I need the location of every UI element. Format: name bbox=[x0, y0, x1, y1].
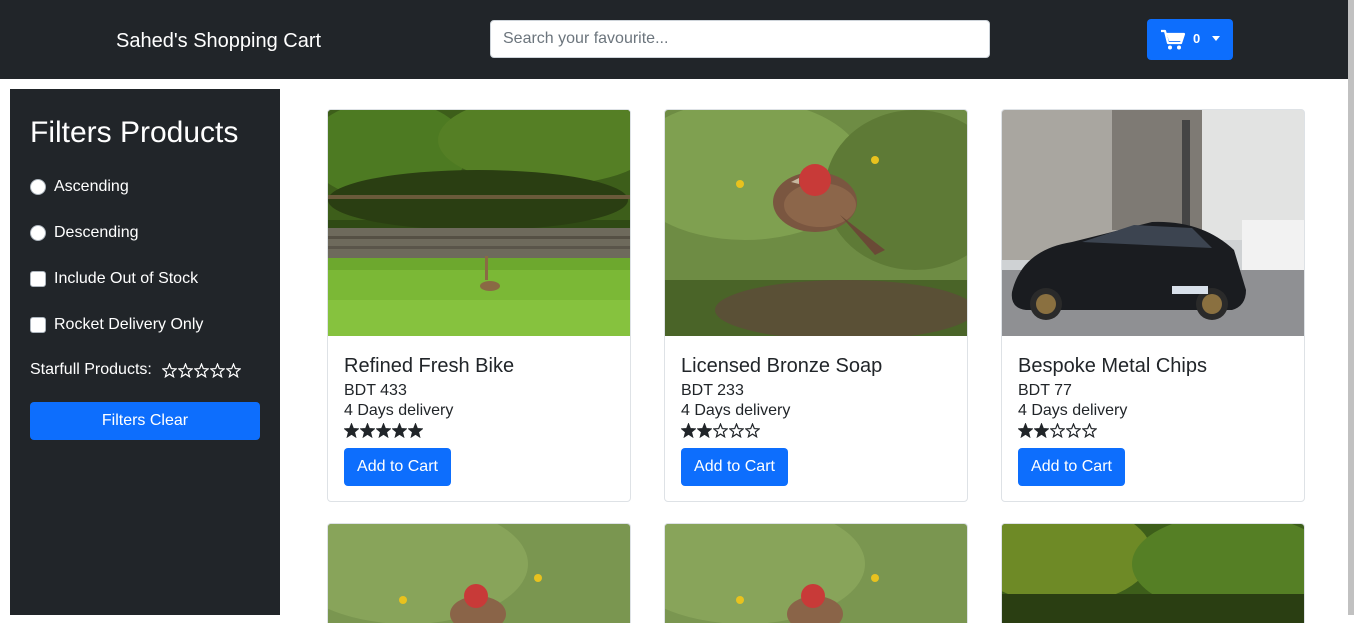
rabbit-in-grass-image bbox=[1002, 524, 1304, 623]
star-empty-icon bbox=[729, 423, 744, 438]
product-rating bbox=[344, 423, 424, 438]
red-headed-bird-image bbox=[665, 524, 967, 623]
star-filled-icon bbox=[1034, 423, 1049, 438]
star-empty-icon bbox=[1050, 423, 1065, 438]
product-card-partial bbox=[1001, 523, 1305, 623]
star-filled-icon bbox=[360, 423, 375, 438]
product-card-partial bbox=[664, 523, 968, 623]
rocket-delivery-label: Rocket Delivery Only bbox=[54, 316, 204, 333]
filters-clear-button[interactable]: Filters Clear bbox=[30, 402, 260, 440]
descending-label: Descending bbox=[54, 224, 139, 241]
product-card-partial bbox=[327, 523, 631, 623]
filters-sidebar: Filters Products Ascending Descending In… bbox=[10, 89, 280, 615]
chevron-down-icon bbox=[1212, 36, 1220, 41]
star-empty-icon bbox=[209, 362, 225, 378]
product-title: Bespoke Metal Chips bbox=[1018, 355, 1207, 377]
product-image bbox=[665, 110, 967, 336]
product-delivery: 4 Days delivery bbox=[1018, 402, 1128, 419]
top-navbar: Sahed's Shopping Cart 0 bbox=[0, 0, 1354, 79]
product-card: Refined Fresh Bike BDT 433 4 Days delive… bbox=[327, 109, 631, 502]
filters-title: Filters Products bbox=[30, 116, 239, 149]
search-input[interactable] bbox=[490, 20, 990, 58]
product-price: BDT 77 bbox=[1018, 382, 1072, 399]
descending-radio[interactable] bbox=[30, 225, 46, 241]
star-filled-icon bbox=[697, 423, 712, 438]
rating-filter-label: Starfull Products: bbox=[30, 361, 152, 378]
star-empty-icon bbox=[177, 362, 193, 378]
rating-filter-stars[interactable] bbox=[161, 362, 242, 378]
ascending-label: Ascending bbox=[54, 178, 129, 195]
brand-title[interactable]: Sahed's Shopping Cart bbox=[116, 29, 321, 53]
product-rating bbox=[681, 423, 761, 438]
star-filled-icon bbox=[344, 423, 359, 438]
shopping-cart-icon bbox=[1161, 29, 1186, 50]
star-empty-icon bbox=[745, 423, 760, 438]
rocket-delivery-checkbox[interactable] bbox=[30, 317, 46, 333]
ascending-radio[interactable] bbox=[30, 179, 46, 195]
star-empty-icon bbox=[713, 423, 728, 438]
red-headed-bird-image bbox=[328, 524, 630, 623]
cart-count-badge: 0 bbox=[1193, 31, 1201, 46]
star-filled-icon bbox=[681, 423, 696, 438]
out-of-stock-option[interactable]: Include Out of Stock bbox=[30, 268, 198, 290]
star-empty-icon bbox=[1082, 423, 1097, 438]
add-to-cart-button[interactable]: Add to Cart bbox=[344, 448, 451, 486]
out-of-stock-label: Include Out of Stock bbox=[54, 270, 199, 287]
add-to-cart-button[interactable]: Add to Cart bbox=[1018, 448, 1125, 486]
add-to-cart-button[interactable]: Add to Cart bbox=[681, 448, 788, 486]
star-empty-icon bbox=[193, 362, 209, 378]
product-delivery: 4 Days delivery bbox=[344, 402, 454, 419]
product-image bbox=[1002, 110, 1304, 336]
product-title: Refined Fresh Bike bbox=[344, 355, 515, 377]
ascending-option[interactable]: Ascending bbox=[30, 176, 129, 198]
black-sports-car-image bbox=[1002, 110, 1304, 336]
star-filled-icon bbox=[1018, 423, 1033, 438]
product-card: Licensed Bronze Soap BDT 233 4 Days deli… bbox=[664, 109, 968, 502]
descending-option[interactable]: Descending bbox=[30, 222, 139, 244]
product-rating bbox=[1018, 423, 1098, 438]
out-of-stock-checkbox[interactable] bbox=[30, 271, 46, 287]
star-empty-icon bbox=[1066, 423, 1081, 438]
star-filled-icon bbox=[408, 423, 423, 438]
product-image bbox=[328, 110, 630, 336]
star-filled-icon bbox=[392, 423, 407, 438]
product-title: Licensed Bronze Soap bbox=[681, 355, 883, 377]
scrollbar-thumb[interactable] bbox=[1348, 0, 1354, 615]
product-card: Bespoke Metal Chips BDT 77 4 Days delive… bbox=[1001, 109, 1305, 502]
rabbit-in-grass-image bbox=[328, 110, 630, 336]
red-headed-bird-image bbox=[665, 110, 967, 336]
star-filled-icon bbox=[376, 423, 391, 438]
page-scrollbar[interactable] bbox=[1348, 0, 1354, 615]
star-empty-icon bbox=[161, 362, 177, 378]
product-delivery: 4 Days delivery bbox=[681, 402, 791, 419]
product-price: BDT 433 bbox=[344, 382, 407, 399]
rating-filter: Starfull Products: bbox=[30, 361, 242, 379]
star-empty-icon bbox=[225, 362, 241, 378]
rocket-delivery-option[interactable]: Rocket Delivery Only bbox=[30, 314, 203, 336]
cart-dropdown-button[interactable]: 0 bbox=[1147, 19, 1233, 60]
product-price: BDT 233 bbox=[681, 382, 744, 399]
